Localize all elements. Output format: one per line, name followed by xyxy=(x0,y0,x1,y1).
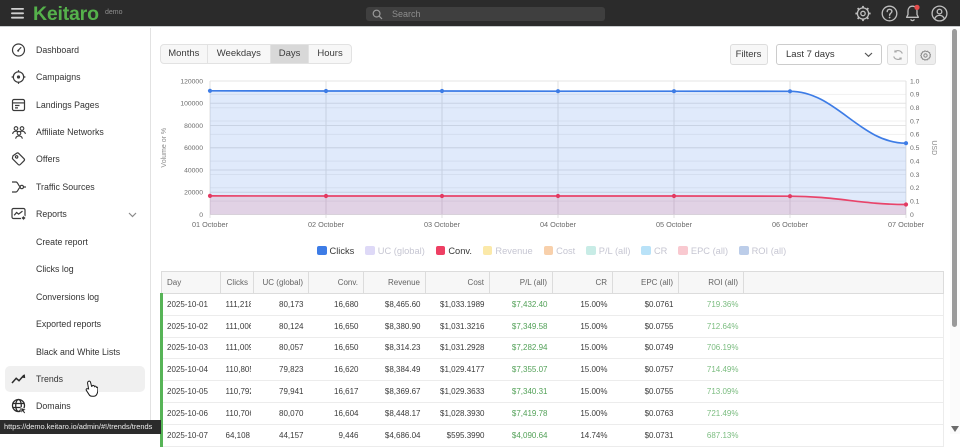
svg-text:0: 0 xyxy=(910,212,914,219)
svg-text:0.6: 0.6 xyxy=(910,132,920,139)
svg-text:0.1: 0.1 xyxy=(910,198,920,205)
svg-text:80000: 80000 xyxy=(184,123,203,130)
svg-text:0.2: 0.2 xyxy=(910,185,920,192)
svg-text:04 October: 04 October xyxy=(540,220,577,229)
svg-text:02 October: 02 October xyxy=(308,220,345,229)
svg-text:0.3: 0.3 xyxy=(910,172,920,179)
svg-text:USD: USD xyxy=(930,140,937,155)
svg-text:06 October: 06 October xyxy=(772,220,809,229)
svg-text:0.7: 0.7 xyxy=(910,118,920,125)
svg-text:60000: 60000 xyxy=(184,145,203,152)
svg-text:03 October: 03 October xyxy=(424,220,461,229)
svg-text:0.8: 0.8 xyxy=(910,105,920,112)
svg-text:0.5: 0.5 xyxy=(910,145,920,152)
svg-text:100000: 100000 xyxy=(180,101,203,108)
svg-text:Volume or %: Volume or % xyxy=(161,128,168,168)
svg-text:0: 0 xyxy=(199,212,203,219)
svg-text:01 October: 01 October xyxy=(192,220,229,229)
svg-text:07 October: 07 October xyxy=(888,220,925,229)
svg-text:40000: 40000 xyxy=(184,167,203,174)
svg-text:0.9: 0.9 xyxy=(910,92,920,99)
svg-text:1.0: 1.0 xyxy=(910,78,920,85)
svg-text:05 October: 05 October xyxy=(656,220,693,229)
svg-text:0.4: 0.4 xyxy=(910,158,920,165)
svg-text:20000: 20000 xyxy=(184,190,203,197)
svg-text:120000: 120000 xyxy=(180,78,203,85)
